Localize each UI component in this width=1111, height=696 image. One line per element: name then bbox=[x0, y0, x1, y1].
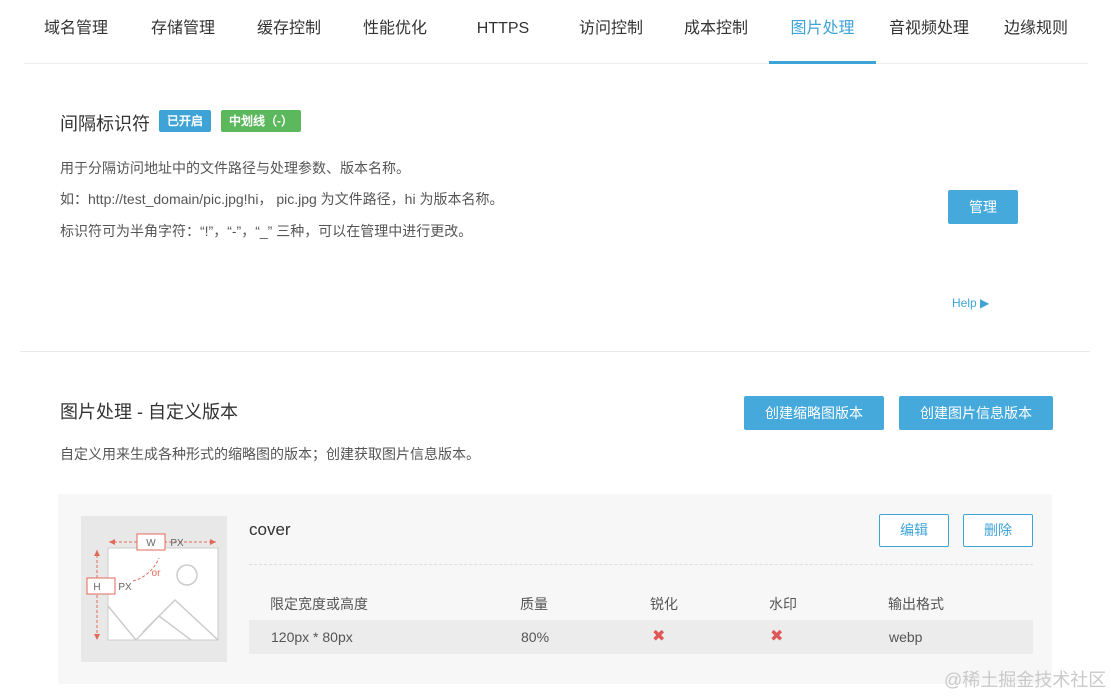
header-quality: 质量 bbox=[520, 596, 548, 612]
version-name: cover bbox=[249, 520, 291, 539]
separator-desc-line: 用于分隔访问地址中的文件路径与处理参数、版本名称。 bbox=[60, 160, 410, 176]
create-info-version-button[interactable]: 创建图片信息版本 bbox=[899, 396, 1053, 430]
cell-format: webp bbox=[889, 629, 923, 645]
tab-av-processing[interactable]: 音视频处理 bbox=[879, 0, 979, 64]
watermark-off-icon: ✖ bbox=[770, 628, 784, 645]
manage-button[interactable]: 管理 bbox=[948, 190, 1018, 224]
sharpen-off-icon: ✖ bbox=[652, 628, 666, 645]
separator-type-badge: 中划线（-） bbox=[221, 110, 301, 132]
tab-storage[interactable]: 存储管理 bbox=[130, 0, 236, 64]
header-size: 限定宽度或高度 bbox=[270, 596, 368, 612]
tab-cost[interactable]: 成本控制 bbox=[664, 0, 768, 64]
tab-performance[interactable]: 性能优化 bbox=[342, 0, 448, 64]
site-watermark: @稀土掘金技术社区 bbox=[944, 670, 1107, 690]
card-divider bbox=[249, 564, 1033, 565]
status-badge: 已开启 bbox=[159, 110, 212, 132]
header-watermark: 水印 bbox=[769, 596, 797, 612]
separator-example-line: 如：http://test_domain/pic.jpg!hi， pic.jpg… bbox=[60, 191, 504, 207]
custom-versions-description: 自定义用来生成各种形式的缩略图的版本；创建获取图片信息版本。 bbox=[60, 446, 480, 462]
header-sharpen: 锐化 bbox=[650, 596, 678, 612]
custom-versions-title: 图片处理 - 自定义版本 bbox=[60, 402, 238, 422]
tab-bar: 域名管理 存储管理 缓存控制 性能优化 HTTPS 访问控制 成本控制 图片处理… bbox=[24, 0, 1088, 64]
thumbnail-illustration: W PX H PX or bbox=[81, 516, 227, 662]
cell-quality: 80% bbox=[521, 629, 550, 645]
help-link[interactable]: Help ▶ bbox=[952, 296, 989, 310]
cell-size: 120px * 80px bbox=[271, 629, 353, 645]
tab-https[interactable]: HTTPS bbox=[448, 0, 558, 64]
header-format: 输出格式 bbox=[888, 596, 944, 612]
tab-domain[interactable]: 域名管理 bbox=[24, 0, 128, 64]
tab-access[interactable]: 访问控制 bbox=[558, 0, 664, 64]
tab-image-processing[interactable]: 图片处理 bbox=[769, 0, 876, 64]
delete-button[interactable]: 删除 bbox=[963, 514, 1033, 547]
separator-chars-line: 标识符可为半角字符：“!”，“-”，“_” 三种，可以在管理中进行更改。 bbox=[60, 223, 473, 239]
height-label: H bbox=[93, 582, 100, 593]
image-placeholder-icon: W PX H PX or bbox=[86, 533, 219, 642]
tab-edge-rules[interactable]: 边缘规则 bbox=[992, 0, 1080, 64]
separator-section: 间隔标识符 已开启 中划线（-） 用于分隔访问地址中的文件路径与处理参数、版本名… bbox=[20, 66, 1090, 352]
edit-button[interactable]: 编辑 bbox=[879, 514, 949, 547]
width-label: W bbox=[146, 538, 156, 549]
create-thumbnail-version-button[interactable]: 创建缩略图版本 bbox=[744, 396, 884, 430]
version-card: W PX H PX or cover 编辑 删除 限定宽度或高度 质量 锐化 水… bbox=[58, 494, 1052, 684]
width-unit-label: PX bbox=[170, 538, 184, 549]
or-label: or bbox=[152, 568, 162, 579]
tab-cache[interactable]: 缓存控制 bbox=[236, 0, 342, 64]
height-unit-label: PX bbox=[118, 582, 132, 593]
separator-title: 间隔标识符 bbox=[60, 114, 150, 134]
